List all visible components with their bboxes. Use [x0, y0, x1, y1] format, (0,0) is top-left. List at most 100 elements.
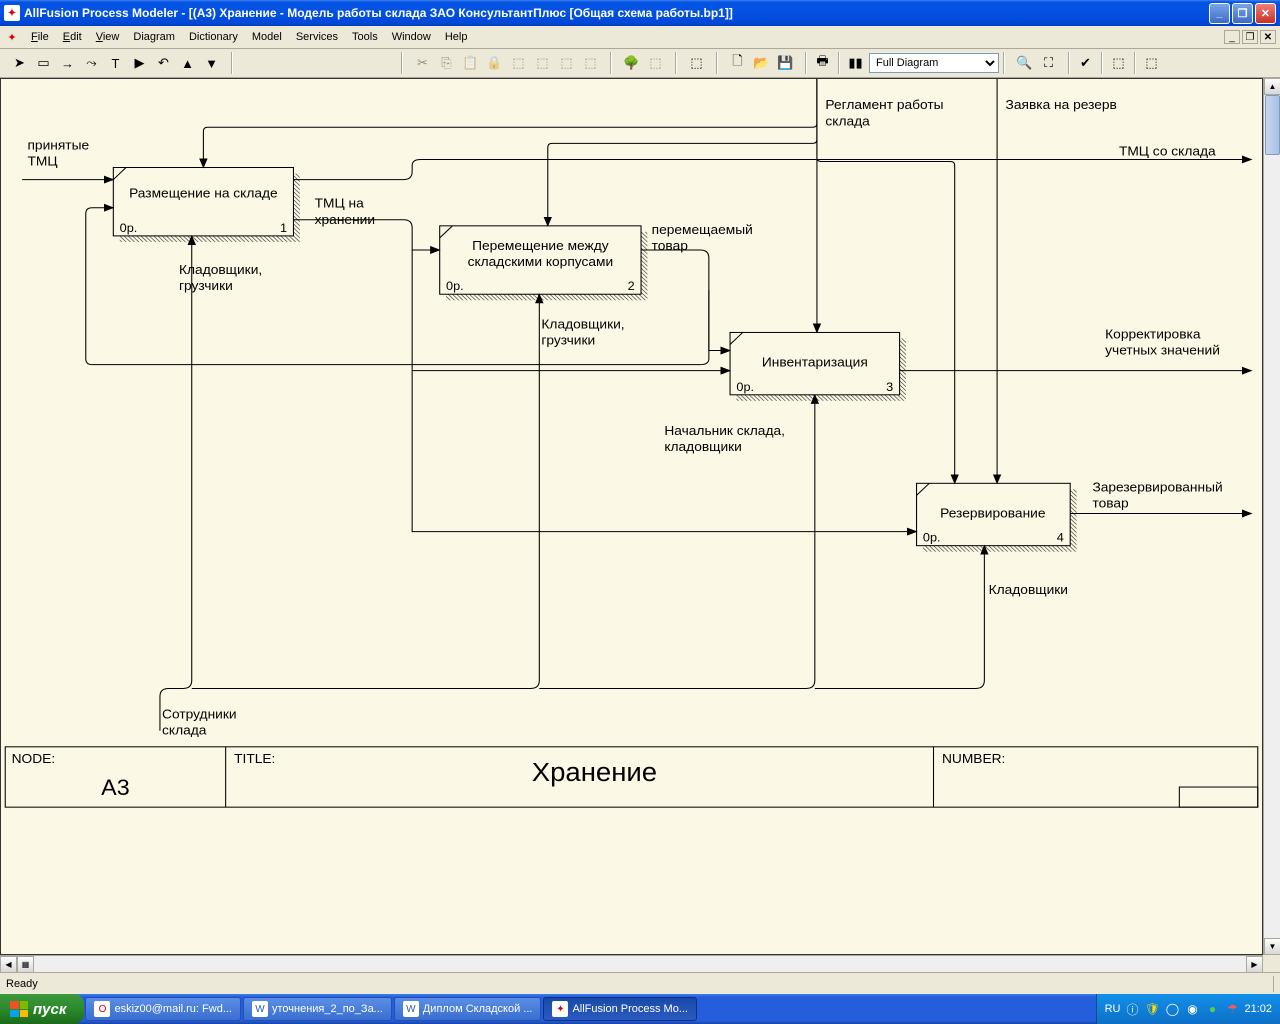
menu-view[interactable]: View — [89, 29, 127, 45]
svg-text:Перемещение между: Перемещение между — [472, 238, 609, 253]
scroll-up-icon[interactable]: ▲ — [1264, 78, 1280, 95]
clock[interactable]: 21:02 — [1244, 1003, 1272, 1015]
view-select[interactable]: Full Diagram — [869, 53, 999, 73]
scroll-down-icon[interactable]: ▼ — [1264, 938, 1280, 955]
tb-save[interactable]: 💾 — [774, 52, 797, 74]
tray-icon[interactable]: ⓘ — [1124, 1001, 1140, 1017]
svg-text:Заявка на резерв: Заявка на резерв — [1006, 97, 1117, 112]
horizontal-scrollbar[interactable]: ◀ ▦ ▶ — [0, 955, 1263, 972]
scroll-left-icon[interactable]: ◀ — [0, 956, 17, 973]
menu-diagram[interactable]: Diagram — [126, 29, 182, 45]
tray-icon[interactable]: ☂ — [1224, 1001, 1240, 1017]
svg-text:склада: склада — [162, 723, 207, 738]
svg-text:грузчики: грузчики — [179, 279, 233, 294]
tb-c: ⬚ — [555, 52, 578, 74]
minimize-button[interactable]: _ — [1209, 3, 1230, 24]
tb-fit[interactable]: ⛶ — [1037, 52, 1060, 74]
diagram-canvas[interactable]: Размещение на складе 0р. 1 Перемещение м… — [0, 78, 1263, 955]
tb-palette[interactable]: ▮▮ — [844, 52, 867, 74]
svg-text:кладовщики: кладовщики — [664, 439, 742, 454]
tb-a: ⬚ — [507, 52, 530, 74]
menu-help[interactable]: Help — [438, 29, 475, 45]
tray-icon[interactable]: ● — [1204, 1001, 1220, 1017]
tb-new[interactable]: 🗋 — [726, 52, 749, 74]
titlebar: ✦ AllFusion Process Modeler - [(A3) Хран… — [0, 0, 1280, 26]
tray-icon[interactable]: 🛡 — [1144, 1001, 1160, 1017]
tool-arrow[interactable]: → — [56, 52, 79, 74]
svg-text:Корректировка: Корректировка — [1105, 327, 1201, 342]
svg-text:склада: склада — [825, 114, 870, 129]
svg-text:2: 2 — [628, 279, 635, 293]
menu-services[interactable]: Services — [289, 29, 345, 45]
svg-text:4: 4 — [1057, 531, 1064, 545]
status-ready: Ready — [6, 978, 38, 990]
tb-e: ⬚ — [644, 52, 667, 74]
svg-text:ТМЦ: ТМЦ — [27, 154, 57, 169]
tb-zoom[interactable]: 🔍 — [1013, 52, 1036, 74]
tool-up[interactable]: ▲ — [176, 52, 199, 74]
mdi-close[interactable]: ✕ — [1260, 30, 1276, 44]
close-button[interactable]: ✕ — [1255, 3, 1276, 24]
svg-text:1: 1 — [280, 221, 287, 235]
menubar: ✦ File Edit View Diagram Dictionary Mode… — [0, 26, 1280, 49]
svg-text:Хранение: Хранение — [532, 758, 657, 787]
svg-text:TITLE:: TITLE: — [234, 751, 275, 766]
tool-pointer[interactable]: ➤ — [8, 52, 31, 74]
svg-text:ТМЦ на: ТМЦ на — [315, 196, 365, 211]
task-item-2[interactable]: Wуточнения_2_по_За... — [243, 997, 392, 1021]
tb-lock: 🔒 — [483, 52, 506, 74]
svg-text:A3: A3 — [101, 775, 130, 800]
window-title: AllFusion Process Modeler - [(A3) Хранен… — [24, 6, 1209, 20]
menu-edit[interactable]: Edit — [56, 29, 89, 45]
tb-spell[interactable]: ✔ — [1074, 52, 1097, 74]
svg-text:Кладовщики: Кладовщики — [989, 582, 1068, 597]
tb-paste: 📋 — [459, 52, 482, 74]
tool-box[interactable]: ▭ — [32, 52, 55, 74]
tb-copy: ⎘ — [435, 52, 458, 74]
tb-tree[interactable]: 🌳 — [620, 52, 643, 74]
svg-text:Инвентаризация: Инвентаризация — [762, 355, 868, 370]
menu-file[interactable]: File — [24, 29, 56, 45]
lang-indicator[interactable]: RU — [1105, 1003, 1121, 1015]
svg-text:Кладовщики,: Кладовщики, — [541, 317, 624, 332]
system-tray[interactable]: RU ⓘ 🛡 ◯ ◉ ● ☂ 21:02 — [1096, 994, 1280, 1024]
tool-undo[interactable]: ↶ — [152, 52, 175, 74]
menu-model[interactable]: Model — [245, 29, 289, 45]
scroll-tab-icon[interactable]: ▦ — [17, 956, 34, 973]
svg-text:товар: товар — [1092, 496, 1128, 511]
tray-icon[interactable]: ◯ — [1164, 1001, 1180, 1017]
svg-text:3: 3 — [886, 380, 893, 394]
tool-text[interactable]: T — [104, 52, 127, 74]
menu-dictionary[interactable]: Dictionary — [182, 29, 245, 45]
maximize-button[interactable]: ❐ — [1232, 3, 1253, 24]
start-button[interactable]: пуск — [0, 994, 84, 1024]
svg-text:Размещение на складе: Размещение на складе — [129, 186, 278, 201]
svg-text:NUMBER:: NUMBER: — [942, 751, 1005, 766]
tb-open[interactable]: 📂 — [750, 52, 773, 74]
svg-text:Регламент работы: Регламент работы — [825, 97, 943, 112]
tb-hier[interactable]: ⬚ — [1107, 52, 1130, 74]
tb-f[interactable]: ⬚ — [685, 52, 708, 74]
menu-window[interactable]: Window — [385, 29, 438, 45]
scroll-right-icon[interactable]: ▶ — [1246, 956, 1263, 973]
task-item-1[interactable]: Oeskiz00@mail.ru: Fwd... — [85, 997, 241, 1021]
tb-d: ⬚ — [579, 52, 602, 74]
task-item-3[interactable]: WДиплом Складской ... — [394, 997, 542, 1021]
taskbar: пуск Oeskiz00@mail.ru: Fwd... Wуточнения… — [0, 994, 1280, 1024]
tb-b: ⬚ — [531, 52, 554, 74]
tray-icon[interactable]: ◉ — [1184, 1001, 1200, 1017]
tb-last[interactable]: ⬚ — [1140, 52, 1163, 74]
tool-tunnel[interactable]: ⤳ — [80, 52, 103, 74]
tool-play[interactable]: ▶ — [128, 52, 151, 74]
tool-down[interactable]: ▼ — [200, 52, 223, 74]
task-item-4[interactable]: ✦AllFusion Process Mo... — [543, 997, 697, 1021]
tb-cut: ✂ — [411, 52, 434, 74]
svg-text:Резервирование: Резервирование — [940, 506, 1045, 521]
tb-print[interactable]: 🖶 — [811, 52, 834, 74]
vertical-scrollbar[interactable]: ▲ ▼ — [1263, 78, 1280, 955]
mdi-restore[interactable]: ❐ — [1242, 30, 1258, 44]
svg-text:0р.: 0р. — [446, 279, 464, 293]
menu-tools[interactable]: Tools — [345, 29, 385, 45]
mdi-minimize[interactable]: _ — [1224, 30, 1240, 44]
svg-text:товар: товар — [652, 238, 688, 253]
